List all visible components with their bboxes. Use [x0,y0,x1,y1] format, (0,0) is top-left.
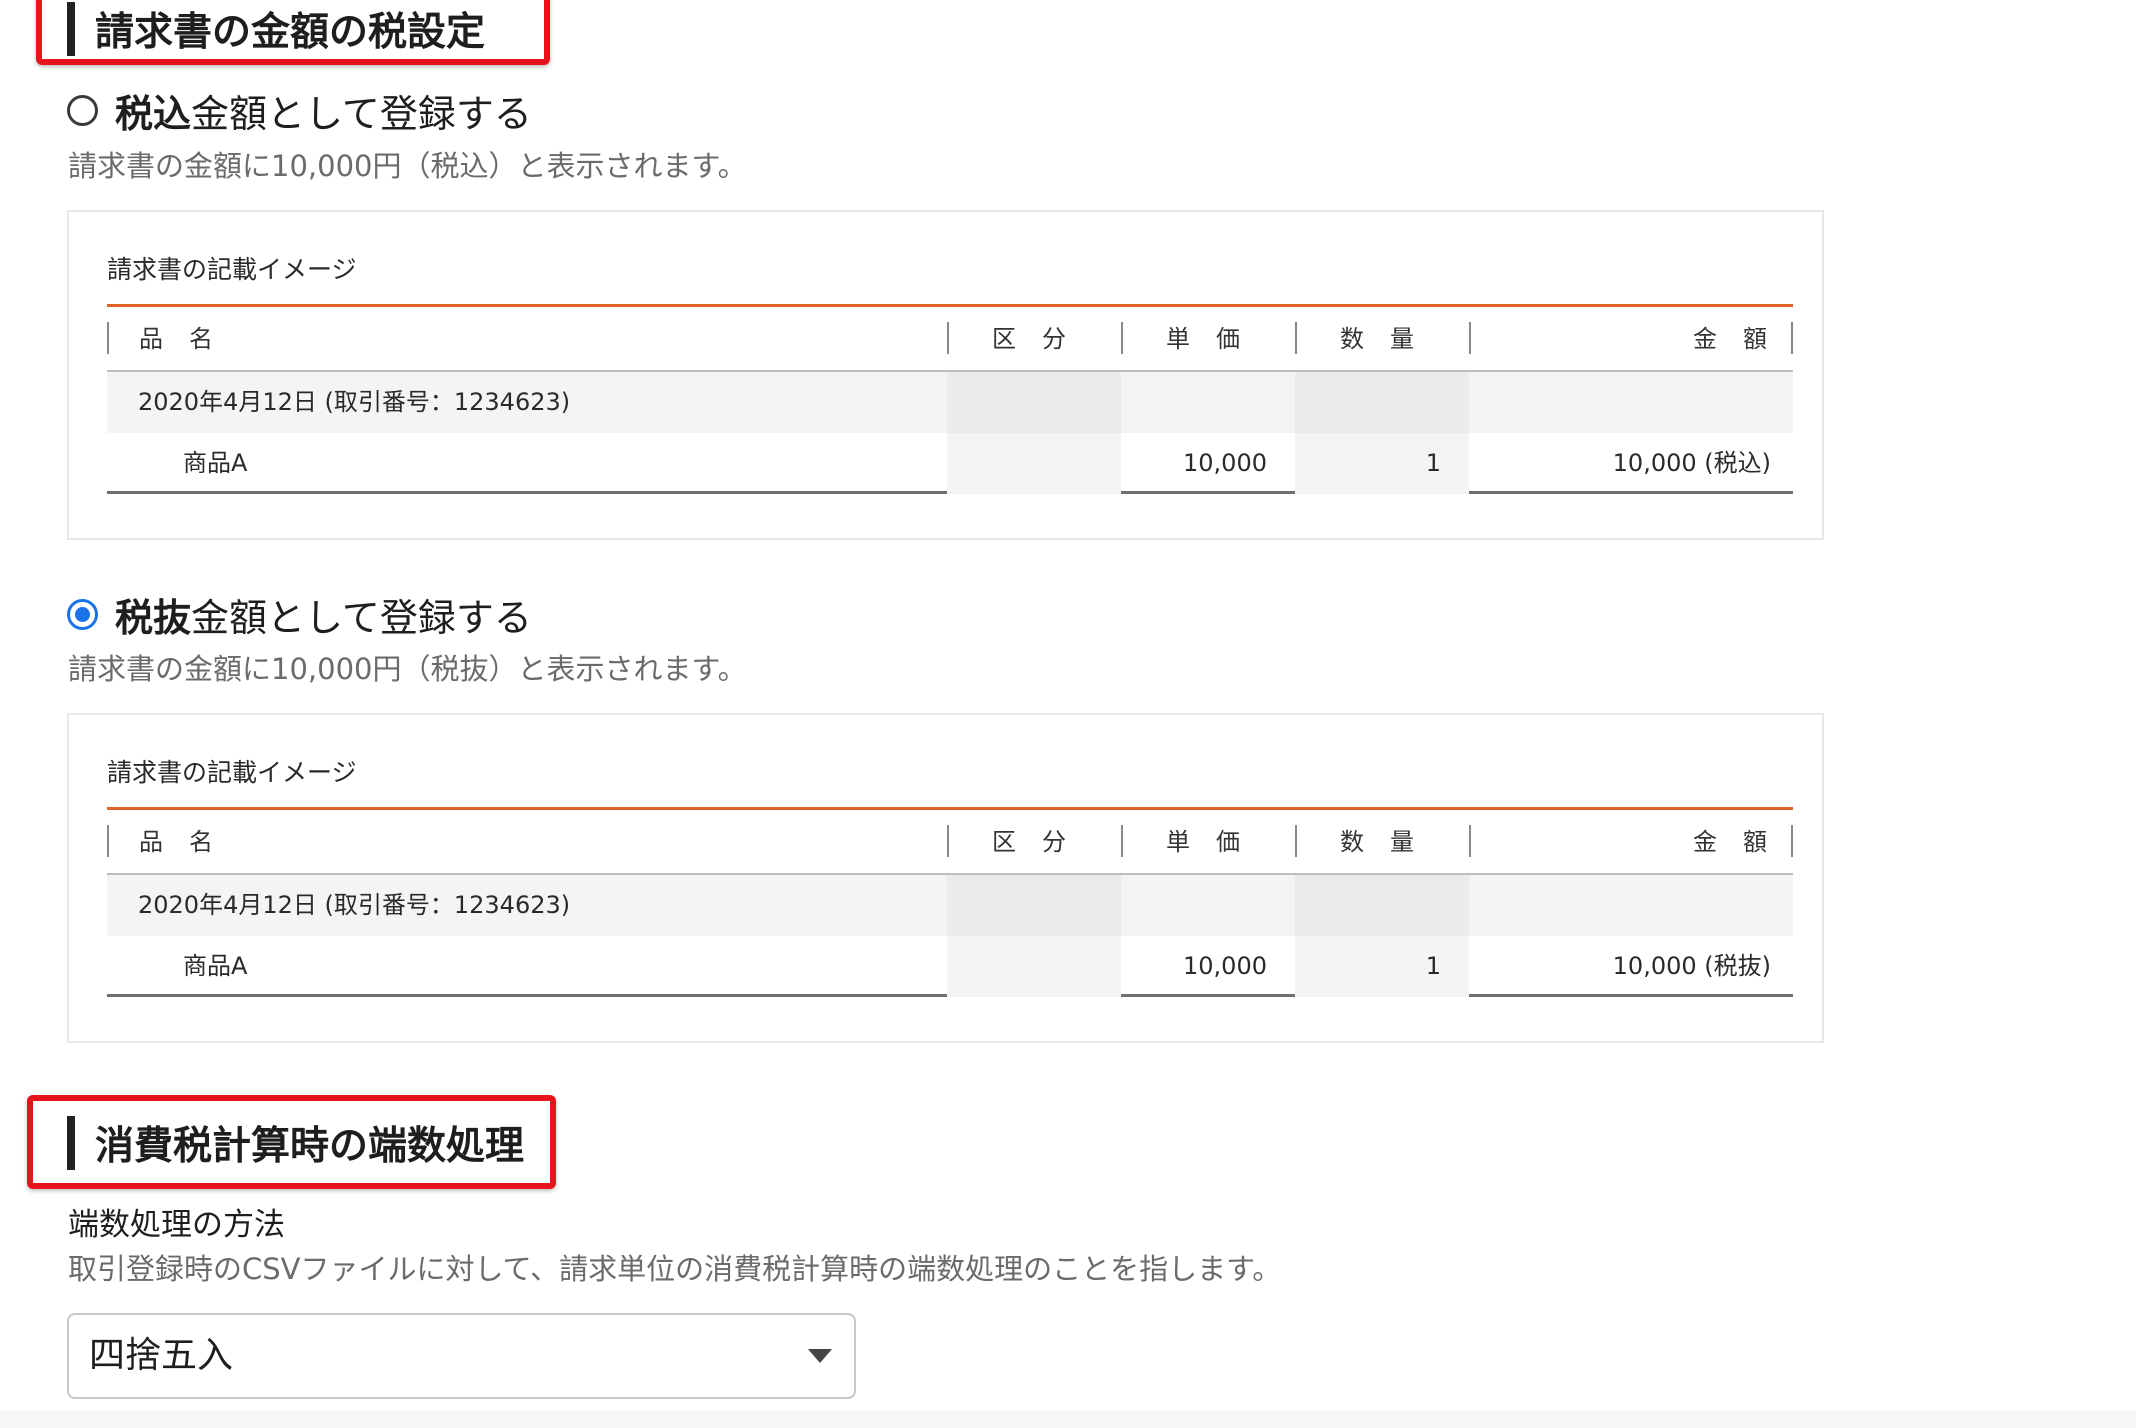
preview-table: 品名 区分 単価 数量 金額 2020年4月12日 (取引番号：1234623)… [107,825,1793,997]
col-header-unit-price: 単価 [1166,325,1266,353]
description-tax-included: 請求書の金額に10,000円（税込）と表示されます。 [68,149,747,183]
preview-item-amount: 10,000 (税抜) [1612,952,1771,980]
section-title-text: 消費税計算時の端数処理 [95,1124,525,1169]
radio-label-tax-excluded[interactable]: 税抜金額として登録する [115,587,532,642]
col-header-name: 品名 [139,325,239,353]
preview-item-amount: 10,000 (税込) [1612,449,1771,477]
radio-button-tax-excluded[interactable] [67,598,98,630]
preview-date-text: 2020年4月12日 (取引番号：1234623) [138,388,571,416]
preview-title: 請求書の記載イメージ [107,255,357,284]
col-header-quantity: 数量 [1340,828,1440,856]
preview-table-header: 品名 区分 単価 数量 金額 [107,825,1793,875]
page-bottom-strip [0,1410,2136,1428]
preview-divider [107,304,1793,307]
col-header-category: 区分 [992,325,1092,353]
rounding-method-label: 端数処理の方法 [68,1207,285,1243]
section-title-text: 請求書の金額の税設定 [95,10,486,55]
preview-item-row: 商品A 10,000 1 10,000 (税抜) [107,936,1793,997]
radio-option-tax-included[interactable]: 税込金額として登録する [67,86,532,136]
col-header-amount: 金額 [1693,325,1793,353]
preview-item-unit-price: 10,000 [1183,449,1267,477]
col-header-name: 品名 [139,828,239,856]
preview-title: 請求書の記載イメージ [107,758,357,787]
radio-button-tax-included[interactable] [67,94,98,126]
section-title-tax-setting: 請求書の金額の税設定 [67,2,485,56]
description-tax-excluded: 請求書の金額に10,000円（税抜）と表示されます。 [68,652,747,686]
col-header-category: 区分 [992,828,1092,856]
rounding-method-select[interactable]: 四捨五入 [67,1313,856,1399]
preview-item-row: 商品A 10,000 1 10,000 (税込) [107,433,1793,494]
col-header-unit-price: 単価 [1166,828,1266,856]
preview-item-quantity: 1 [1425,952,1441,980]
invoice-preview-tax-included: 請求書の記載イメージ 品名 区分 単価 数量 金額 2020年4月12日 (取引… [67,210,1824,540]
col-header-quantity: 数量 [1340,325,1440,353]
rounding-method-description: 取引登録時のCSVファイルに対して、請求単位の消費税計算時の端数処理のことを指し… [68,1252,1282,1286]
preview-item-name: 商品A [183,952,248,980]
preview-date-text: 2020年4月12日 (取引番号：1234623) [138,891,571,919]
preview-item-name: 商品A [183,449,248,477]
preview-date-row: 2020年4月12日 (取引番号：1234623) [107,875,1793,936]
radio-option-tax-excluded[interactable]: 税抜金額として登録する [67,590,532,640]
preview-item-unit-price: 10,000 [1183,952,1267,980]
section-title-bar [67,1116,75,1170]
rounding-method-value: 四捨五入 [89,1335,234,1376]
preview-table-header: 品名 区分 単価 数量 金額 [107,322,1793,372]
section-title-rounding: 消費税計算時の端数処理 [67,1116,524,1170]
caret-down-icon [808,1349,832,1363]
section-title-bar [67,2,75,56]
invoice-preview-tax-excluded: 請求書の記載イメージ 品名 区分 単価 数量 金額 2020年4月12日 (取引… [67,713,1824,1043]
preview-item-quantity: 1 [1425,449,1441,477]
preview-table: 品名 区分 単価 数量 金額 2020年4月12日 (取引番号：1234623)… [107,322,1793,494]
radio-label-tax-included[interactable]: 税込金額として登録する [115,83,532,138]
col-header-amount: 金額 [1693,828,1793,856]
preview-divider [107,807,1793,810]
preview-date-row: 2020年4月12日 (取引番号：1234623) [107,372,1793,433]
